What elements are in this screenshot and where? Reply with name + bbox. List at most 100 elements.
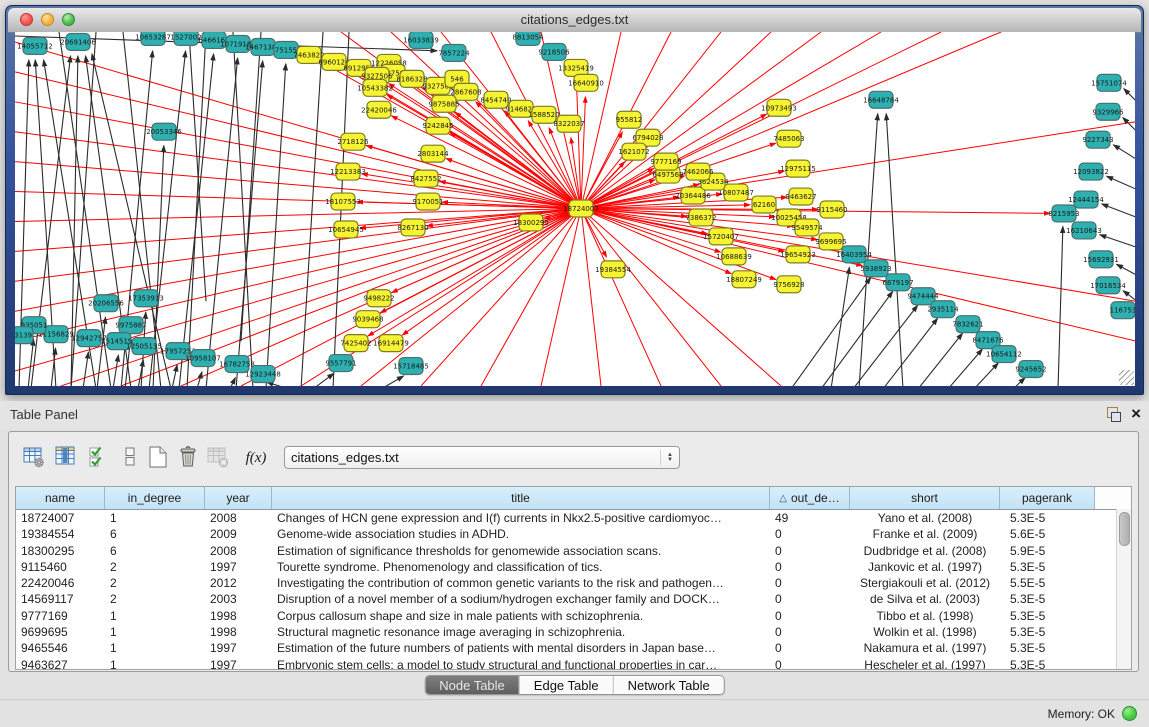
cell-name[interactable]: 22420046 bbox=[16, 575, 105, 591]
graph-node-cited[interactable]: 9218506 bbox=[538, 43, 569, 60]
table-row[interactable]: 911546021997Tourette syndrome. Phenomeno… bbox=[16, 559, 1131, 575]
delete-icon[interactable] bbox=[175, 445, 201, 471]
graph-node-cited[interactable]: 9557791 bbox=[325, 355, 356, 372]
graph-node-citing[interactable]: 955812 bbox=[616, 111, 643, 128]
graph-node-cited[interactable]: 7857224 bbox=[438, 44, 470, 61]
cell-in_degree[interactable]: 6 bbox=[105, 526, 205, 542]
graph-node-cited[interactable]: 1527002 bbox=[170, 32, 201, 45]
graph-node-cited[interactable]: 9329966 bbox=[1092, 103, 1123, 120]
cell-in_degree[interactable]: 6 bbox=[105, 543, 205, 559]
graph-node-cited[interactable]: 33139 bbox=[15, 327, 33, 344]
column-header-name[interactable]: name bbox=[16, 487, 105, 509]
column-header-title[interactable]: title bbox=[272, 487, 770, 509]
cell-out_degree[interactable]: 0 bbox=[770, 559, 850, 575]
cell-name[interactable]: 18724007 bbox=[16, 510, 105, 526]
cell-name[interactable]: 14569117 bbox=[16, 591, 105, 607]
cell-year[interactable]: 1998 bbox=[205, 608, 272, 624]
cell-pagerank[interactable]: 5.3E-5 bbox=[1000, 640, 1095, 656]
cell-out_degree[interactable]: 0 bbox=[770, 526, 850, 542]
graph-node-cited[interactable]: 16648784 bbox=[863, 91, 899, 108]
resize-grip[interactable] bbox=[1119, 370, 1134, 385]
table-selector[interactable]: citations_edges.txt ▲▼ bbox=[284, 446, 680, 469]
cell-name[interactable]: 9115460 bbox=[16, 559, 105, 575]
cell-pagerank[interactable]: 5.6E-5 bbox=[1000, 526, 1095, 542]
cell-pagerank[interactable]: 5.3E-5 bbox=[1000, 657, 1095, 670]
graph-node-citing[interactable]: 9756928 bbox=[773, 276, 804, 293]
graph-node-citing[interactable]: 22420046 bbox=[361, 101, 397, 118]
cell-pagerank[interactable]: 5.3E-5 bbox=[1000, 608, 1095, 624]
table-row[interactable]: 1456911722003Disruption of a novel membe… bbox=[16, 591, 1131, 607]
cell-pagerank[interactable]: 5.3E-5 bbox=[1000, 624, 1095, 640]
cell-title[interactable]: Estimation of significance thresholds fo… bbox=[272, 543, 770, 559]
graph-node-citing[interactable]: 12213383 bbox=[330, 163, 366, 180]
cell-name[interactable]: 9777169 bbox=[16, 608, 105, 624]
vertical-scrollbar[interactable] bbox=[1116, 509, 1131, 669]
network-window-titlebar[interactable]: citations_edges.txt bbox=[8, 8, 1141, 33]
float-panel-icon[interactable] bbox=[1105, 406, 1121, 422]
cell-year[interactable]: 1997 bbox=[205, 657, 272, 670]
cell-year[interactable]: 2012 bbox=[205, 575, 272, 591]
cell-name[interactable]: 9699695 bbox=[16, 624, 105, 640]
graph-node-cited[interactable]: 16210643 bbox=[1066, 222, 1102, 239]
cell-title[interactable]: Embryonic stem cells: a model to study s… bbox=[272, 657, 770, 670]
graph-node-cited[interactable]: 5938923 bbox=[860, 260, 891, 277]
graph-node-citing[interactable]: 7485063 bbox=[773, 130, 804, 147]
graph-node-citing[interactable]: 10688639 bbox=[716, 248, 752, 265]
cell-year[interactable]: 2003 bbox=[205, 591, 272, 607]
cell-year[interactable]: 2009 bbox=[205, 526, 272, 542]
table-row[interactable]: 2242004622012Investigating the contribut… bbox=[16, 575, 1131, 591]
stacked-rows-icon[interactable] bbox=[117, 445, 143, 471]
cell-title[interactable]: Investigating the contribution of common… bbox=[272, 575, 770, 591]
graph-node-cited[interactable]: 9227343 bbox=[1082, 131, 1113, 148]
cell-in_degree[interactable]: 2 bbox=[105, 559, 205, 575]
cell-out_degree[interactable]: 0 bbox=[770, 543, 850, 559]
cell-short[interactable]: Jankovic et al. (1997) bbox=[850, 559, 1000, 575]
table-row[interactable]: 977716911998Corpus callosum shape and si… bbox=[16, 608, 1131, 624]
cell-out_degree[interactable]: 49 bbox=[770, 510, 850, 526]
table-row[interactable]: 1938455462009Genome-wide association stu… bbox=[16, 526, 1131, 542]
graph-node-cited[interactable]: 2935114 bbox=[927, 301, 959, 318]
cell-out_degree[interactable]: 0 bbox=[770, 624, 850, 640]
graph-node-cited[interactable]: 15718485 bbox=[393, 358, 429, 375]
cell-short[interactable]: Wolkin et al. (1998) bbox=[850, 624, 1000, 640]
close-panel-icon[interactable]: × bbox=[1131, 406, 1141, 422]
cell-year[interactable]: 2008 bbox=[205, 510, 272, 526]
cell-in_degree[interactable]: 1 bbox=[105, 624, 205, 640]
scrollbar-thumb[interactable] bbox=[1119, 512, 1130, 546]
cell-in_degree[interactable]: 2 bbox=[105, 575, 205, 591]
cell-short[interactable]: de Silva et al. (2003) bbox=[850, 591, 1000, 607]
column-header-short[interactable]: short bbox=[850, 487, 1000, 509]
graph-node-cited[interactable]: 8215953 bbox=[1048, 205, 1079, 222]
graph-node-cited[interactable]: 17016534 bbox=[1090, 277, 1126, 294]
cell-short[interactable]: Franke et al. (2009) bbox=[850, 526, 1000, 542]
cell-pagerank[interactable]: 5.3E-5 bbox=[1000, 591, 1095, 607]
cell-in_degree[interactable]: 1 bbox=[105, 608, 205, 624]
table-row[interactable]: 969969511998Structural magnetic resonanc… bbox=[16, 624, 1131, 640]
graph-node-citing[interactable]: 19654923 bbox=[780, 246, 816, 263]
graph-node-citing[interactable]: 9777169 bbox=[650, 153, 681, 170]
graph-node-citing[interactable]: 12975115 bbox=[780, 160, 816, 177]
cell-year[interactable]: 1997 bbox=[205, 559, 272, 575]
graph-node-cited[interactable]: 15751074 bbox=[1091, 74, 1127, 91]
graph-node-cited[interactable]: 6879197 bbox=[882, 274, 913, 291]
cell-title[interactable]: Disruption of a novel member of a sodium… bbox=[272, 591, 770, 607]
cell-out_degree[interactable]: 0 bbox=[770, 575, 850, 591]
graph-node-cited[interactable]: 12093822 bbox=[1073, 163, 1109, 180]
cell-title[interactable]: Estimation of the future numbers of pati… bbox=[272, 640, 770, 656]
column-header-year[interactable]: year bbox=[205, 487, 272, 509]
cell-out_degree[interactable]: 0 bbox=[770, 608, 850, 624]
graph-node-citing[interactable]: 9875885 bbox=[428, 95, 459, 112]
cell-pagerank[interactable]: 5.9E-5 bbox=[1000, 543, 1095, 559]
cell-pagerank[interactable]: 5.3E-5 bbox=[1000, 559, 1095, 575]
tab-node-table[interactable]: Node Table bbox=[425, 676, 519, 694]
graph-node-cited[interactable]: 20691406 bbox=[60, 33, 96, 50]
cell-name[interactable]: 9463627 bbox=[16, 657, 105, 670]
graph-node-citing[interactable]: 9115460 bbox=[816, 201, 847, 218]
cell-in_degree[interactable]: 1 bbox=[105, 640, 205, 656]
cell-title[interactable]: Tourette syndrome. Phenomenology and cla… bbox=[272, 559, 770, 575]
cell-short[interactable]: Yano et al. (2008) bbox=[850, 510, 1000, 526]
graph-node-citing[interactable]: 7386372 bbox=[685, 209, 716, 226]
graph-node-citing[interactable]: 9498222 bbox=[363, 290, 394, 307]
graph-node-citing[interactable]: 9039468 bbox=[352, 311, 383, 328]
cell-title[interactable]: Changes of HCN gene expression and I(f) … bbox=[272, 510, 770, 526]
